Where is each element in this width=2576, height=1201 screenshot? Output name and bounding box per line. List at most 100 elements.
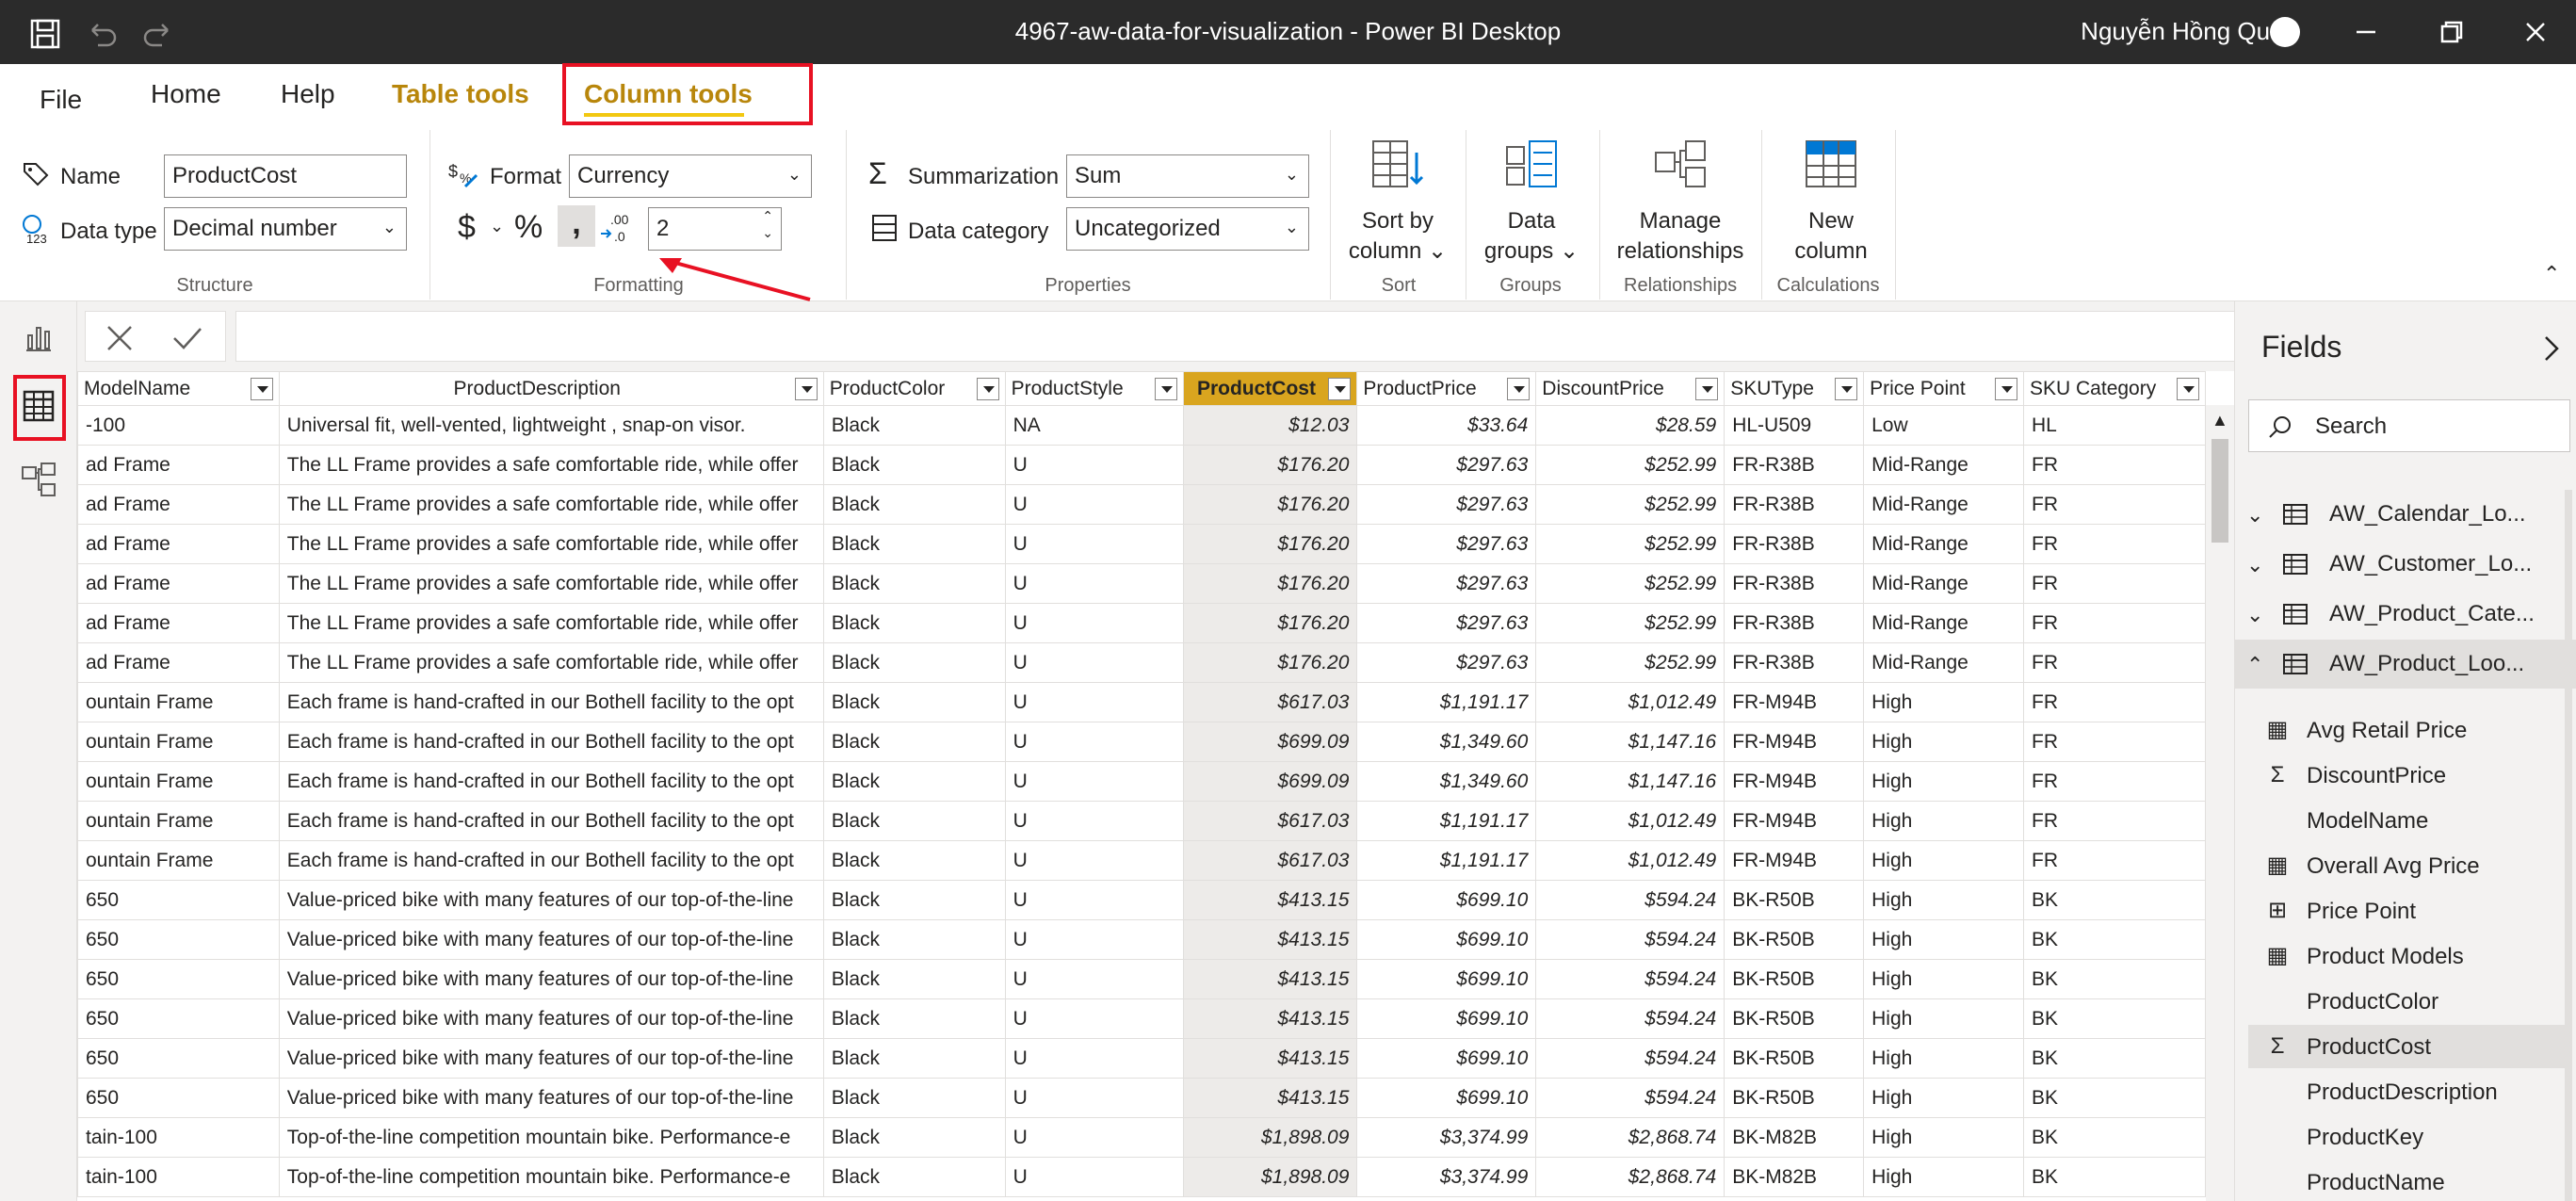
table-cell[interactable]: Value-priced bike with many features of … — [278, 919, 824, 960]
column-filter-dropdown-icon[interactable] — [1835, 378, 1858, 400]
table-cell[interactable]: $413.15 — [1183, 1038, 1358, 1079]
restore-icon[interactable] — [2433, 13, 2471, 51]
comma-style-button[interactable]: , — [558, 205, 595, 247]
table-cell[interactable]: FR-M94B — [1724, 722, 1865, 762]
table-cell[interactable]: $297.63 — [1356, 445, 1537, 485]
table-cell[interactable]: Each frame is hand-crafted in our Bothel… — [278, 801, 824, 841]
table-cell[interactable]: The LL Frame provides a safe comfortable… — [278, 445, 824, 485]
table-cell[interactable]: $699.10 — [1356, 1078, 1537, 1118]
scrollbar-thumb[interactable] — [2211, 439, 2228, 543]
table-cell[interactable]: BK — [2023, 998, 2206, 1039]
column-header[interactable]: ProductStyle — [1004, 371, 1185, 406]
table-cell[interactable]: U — [1004, 880, 1185, 920]
table-cell[interactable]: Black — [822, 682, 1006, 722]
tab-home[interactable]: Home — [151, 79, 221, 109]
table-cell[interactable]: Black — [822, 563, 1006, 604]
table-cell[interactable]: $297.63 — [1356, 642, 1537, 683]
table-cell[interactable]: ountain Frame — [77, 761, 280, 802]
table-cell[interactable]: $1,147.16 — [1535, 761, 1725, 802]
data-groups-button[interactable]: Data groups ⌄ — [1471, 138, 1592, 267]
summarization-select[interactable]: Sum ⌄ — [1066, 154, 1309, 198]
table-cell[interactable]: ad Frame — [77, 563, 280, 604]
table-cell[interactable]: Each frame is hand-crafted in our Bothel… — [278, 682, 824, 722]
table-cell[interactable]: $413.15 — [1183, 919, 1358, 960]
table-cell[interactable]: $176.20 — [1183, 484, 1358, 525]
table-cell[interactable]: Top-of-the-line competition mountain bik… — [278, 1117, 824, 1158]
field-item[interactable]: ProductName — [2248, 1160, 2572, 1201]
tab-help[interactable]: Help — [281, 79, 335, 109]
table-cell[interactable]: 650 — [77, 880, 280, 920]
collapse-ribbon-icon[interactable]: ⌃ — [2543, 262, 2560, 286]
table-cell[interactable]: Black — [822, 801, 1006, 841]
formula-input[interactable] — [235, 311, 2306, 362]
table-cell[interactable]: Black — [822, 405, 1006, 446]
column-header[interactable]: SKUType — [1724, 371, 1865, 406]
table-cell[interactable]: U — [1004, 642, 1185, 683]
table-cell[interactable]: $617.03 — [1183, 801, 1358, 841]
table-cell[interactable]: $1,349.60 — [1356, 722, 1537, 762]
table-cell[interactable]: Black — [822, 1157, 1006, 1197]
table-cell[interactable]: High — [1863, 1038, 2024, 1079]
table-cell[interactable]: ountain Frame — [77, 840, 280, 881]
column-filter-dropdown-icon[interactable] — [1328, 378, 1352, 400]
name-field[interactable]: ProductCost — [164, 154, 407, 198]
table-cell[interactable]: Black — [822, 880, 1006, 920]
column-filter-dropdown-icon[interactable] — [2177, 378, 2199, 400]
table-cell[interactable]: High — [1863, 840, 2024, 881]
table-cell[interactable]: BK — [2023, 959, 2206, 999]
table-cell[interactable]: U — [1004, 959, 1185, 999]
currency-button[interactable]: $ — [458, 209, 476, 246]
decrease-decimal-icon[interactable]: .00.0 — [599, 211, 633, 245]
chevron-right-icon[interactable] — [2538, 330, 2565, 367]
table-cell[interactable]: BK-R50B — [1724, 1038, 1865, 1079]
table-cell[interactable]: Black — [822, 484, 1006, 525]
table-cell[interactable]: The LL Frame provides a safe comfortable… — [278, 563, 824, 604]
table-cell[interactable]: $1,147.16 — [1535, 722, 1725, 762]
table-cell[interactable]: $413.15 — [1183, 1078, 1358, 1118]
table-cell[interactable]: Black — [822, 998, 1006, 1039]
table-cell[interactable]: $2,868.74 — [1535, 1117, 1725, 1158]
table-cell[interactable]: $413.15 — [1183, 959, 1358, 999]
table-cell[interactable]: FR-R38B — [1724, 603, 1865, 643]
table-cell[interactable]: High — [1863, 722, 2024, 762]
table-cell[interactable]: FR — [2023, 801, 2206, 841]
table-cell[interactable]: ad Frame — [77, 484, 280, 525]
table-cell[interactable]: Black — [822, 445, 1006, 485]
table-cell[interactable]: $699.10 — [1356, 998, 1537, 1039]
report-view-icon[interactable] — [19, 318, 58, 358]
column-header[interactable]: DiscountPrice — [1535, 371, 1725, 406]
chevron-down-icon[interactable]: ⌄ — [2246, 553, 2263, 577]
table-cell[interactable]: U — [1004, 919, 1185, 960]
table-cell[interactable]: BK-M82B — [1724, 1157, 1865, 1197]
table-cell[interactable]: Value-priced bike with many features of … — [278, 1038, 824, 1079]
table-cell[interactable]: BK-R50B — [1724, 998, 1865, 1039]
table-cell[interactable]: Mid-Range — [1863, 563, 2024, 604]
table-cell[interactable]: Black — [822, 761, 1006, 802]
table-cell[interactable]: FR — [2023, 642, 2206, 683]
table-cell[interactable]: Mid-Range — [1863, 524, 2024, 564]
table-cell[interactable]: Black — [822, 919, 1006, 960]
table-cell[interactable]: U — [1004, 998, 1185, 1039]
table-cell[interactable]: $297.63 — [1356, 524, 1537, 564]
table-cell[interactable]: $297.63 — [1356, 563, 1537, 604]
scroll-up-icon[interactable]: ▲ — [2211, 411, 2228, 430]
stepper-down-icon[interactable]: ⌄ — [762, 225, 773, 241]
field-item[interactable]: ProductKey — [2248, 1115, 2572, 1159]
table-cell[interactable]: $699.09 — [1183, 722, 1358, 762]
column-filter-dropdown-icon[interactable] — [1995, 378, 2017, 400]
table-cell[interactable]: BK — [2023, 1117, 2206, 1158]
table-cell[interactable]: 650 — [77, 998, 280, 1039]
column-header[interactable]: Price Point — [1863, 371, 2024, 406]
format-select[interactable]: Currency ⌄ — [569, 154, 812, 198]
table-cell[interactable]: FR — [2023, 445, 2206, 485]
tab-file[interactable]: File — [40, 85, 82, 115]
table-cell[interactable]: The LL Frame provides a safe comfortable… — [278, 603, 824, 643]
table-cell[interactable]: $413.15 — [1183, 998, 1358, 1039]
field-item[interactable]: Σ ProductCost — [2248, 1025, 2572, 1068]
tab-table-tools[interactable]: Table tools — [392, 79, 529, 109]
table-cell[interactable]: FR-M94B — [1724, 761, 1865, 802]
fields-table-item[interactable]: ⌄ AW_Customer_Lo... — [2235, 540, 2576, 589]
table-cell[interactable]: High — [1863, 1078, 2024, 1118]
table-cell[interactable]: The LL Frame provides a safe comfortable… — [278, 524, 824, 564]
table-cell[interactable]: Low — [1863, 405, 2024, 446]
